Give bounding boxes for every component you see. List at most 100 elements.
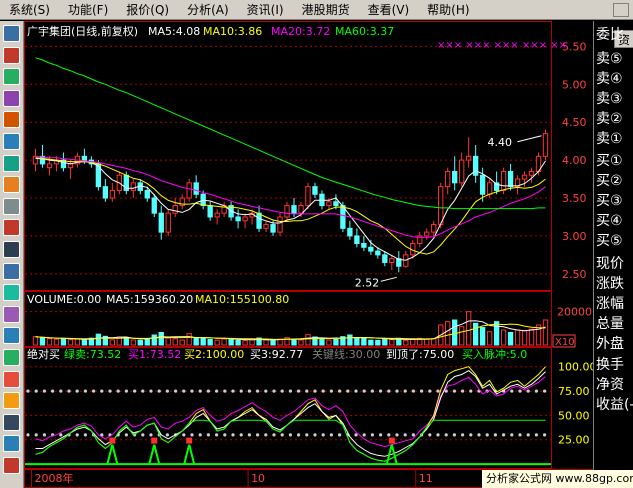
mail-icon[interactable] [3,176,20,194]
high-price-annotation: 4.40 [488,136,512,149]
panel-label: 换手 [596,357,624,373]
panel-label: 买① [596,153,623,169]
menu-view[interactable]: 查看(V) [359,0,419,20]
formula-icon[interactable] [3,154,20,172]
panel-label: 买③ [596,193,623,209]
reference-dot [247,389,251,393]
reference-dot [534,389,538,393]
indicator-green-value: 绿卖:73.52 [64,347,121,361]
candle-up [486,182,493,195]
reference-dot [370,389,374,393]
download-icon[interactable] [3,435,20,453]
reference-dot [329,433,333,437]
reference-dot [338,389,342,393]
buy-marker [188,444,196,465]
report-icon[interactable] [3,111,20,129]
reference-dot [239,433,243,437]
trend-icon[interactable] [3,68,20,86]
ma-line-ma5 [35,158,546,261]
settings-icon[interactable] [3,413,20,431]
panel-label: 买④ [596,213,623,229]
volume-bar-down [60,338,67,346]
candle-up [500,170,507,191]
date-label: 10 [251,472,265,485]
window-restore-button[interactable] [613,3,629,17]
menu-hk-futures[interactable]: 港股期货 [293,0,359,20]
reference-dot [231,389,235,393]
volume-bar-up [403,339,409,346]
reference-dot [272,389,276,393]
panel-label: 委比 [596,27,624,43]
menu-info[interactable]: 资讯(I) [238,0,293,20]
reference-dot [387,389,391,393]
menu-quote[interactable]: 报价(Q) [117,0,178,20]
ma10-value: MA10:3.86 [203,25,262,38]
buy-marker [111,444,119,465]
candle-up [284,205,290,218]
volume-bar-down [151,334,157,346]
reference-dot [272,433,276,437]
menu-help[interactable]: 帮助(H) [418,0,478,20]
history-icon[interactable] [3,89,20,107]
reference-dot [510,389,514,393]
reference-dot [338,433,342,437]
reference-dot [428,433,432,437]
reference-dot [305,433,309,437]
candle-down [291,205,297,214]
reference-dot [518,433,522,437]
volume-ma10-value: MA10:155100.80 [195,293,289,306]
reference-dot [182,389,186,393]
candle-up [528,170,535,176]
reference-dot [379,433,383,437]
menu-system[interactable]: 系统(S) [0,0,59,20]
reference-dot [469,433,473,437]
users-icon[interactable] [3,197,20,215]
data-icon[interactable] [3,349,20,366]
reference-dot [231,433,235,437]
reference-dot [395,433,399,437]
reference-dot [67,389,71,393]
candle-up [431,224,437,233]
reference-dot [26,433,30,437]
menu-function[interactable]: 功能(F) [59,0,117,20]
exit-icon[interactable] [3,457,20,474]
money-icon[interactable] [3,392,20,410]
kline-icon[interactable] [3,46,20,64]
menu-analysis[interactable]: 分析(A) [178,0,238,20]
indicator-key-value: 关键线:30.00 [312,347,380,361]
fund-icon[interactable] [3,219,20,237]
wave-icon[interactable] [3,305,20,323]
candle-up [326,201,332,207]
reference-dot [362,433,366,437]
candle-up [67,163,74,169]
window-icon[interactable] [3,262,20,280]
volume-bar-down [193,337,199,346]
reference-dot [149,433,153,437]
etf-icon[interactable] [3,284,20,302]
chart-title: 广宇集团(日线,前复权) [27,24,138,38]
reference-dot [288,433,292,437]
volume-bar-down [375,339,381,346]
panel-label: 净资 [596,377,624,393]
reference-dot [305,389,309,393]
stock-chart[interactable]: 5.505.004.504.003.503.002.504.402.52广宇集团… [24,21,593,488]
reference-dot [428,389,432,393]
reference-dot [461,433,465,437]
volume-bar-up [130,339,136,346]
f10-icon[interactable] [3,133,20,150]
candle-up [109,189,116,199]
reference-dot [346,389,350,393]
candle-up [298,205,304,214]
reference-dot [502,433,506,437]
quote-list-icon[interactable] [3,25,20,42]
stats-icon[interactable] [3,370,20,388]
buy-marker [183,444,191,465]
candle-up [424,231,430,237]
ma20-value: MA20:3.72 [271,25,330,38]
search-icon[interactable] [3,241,20,258]
reference-dot [26,389,30,393]
reference-dot [256,389,260,393]
volume-bar-down [39,337,46,346]
rsi-icon[interactable] [3,327,20,345]
indicator-axis-label: 75.00 [558,385,590,398]
